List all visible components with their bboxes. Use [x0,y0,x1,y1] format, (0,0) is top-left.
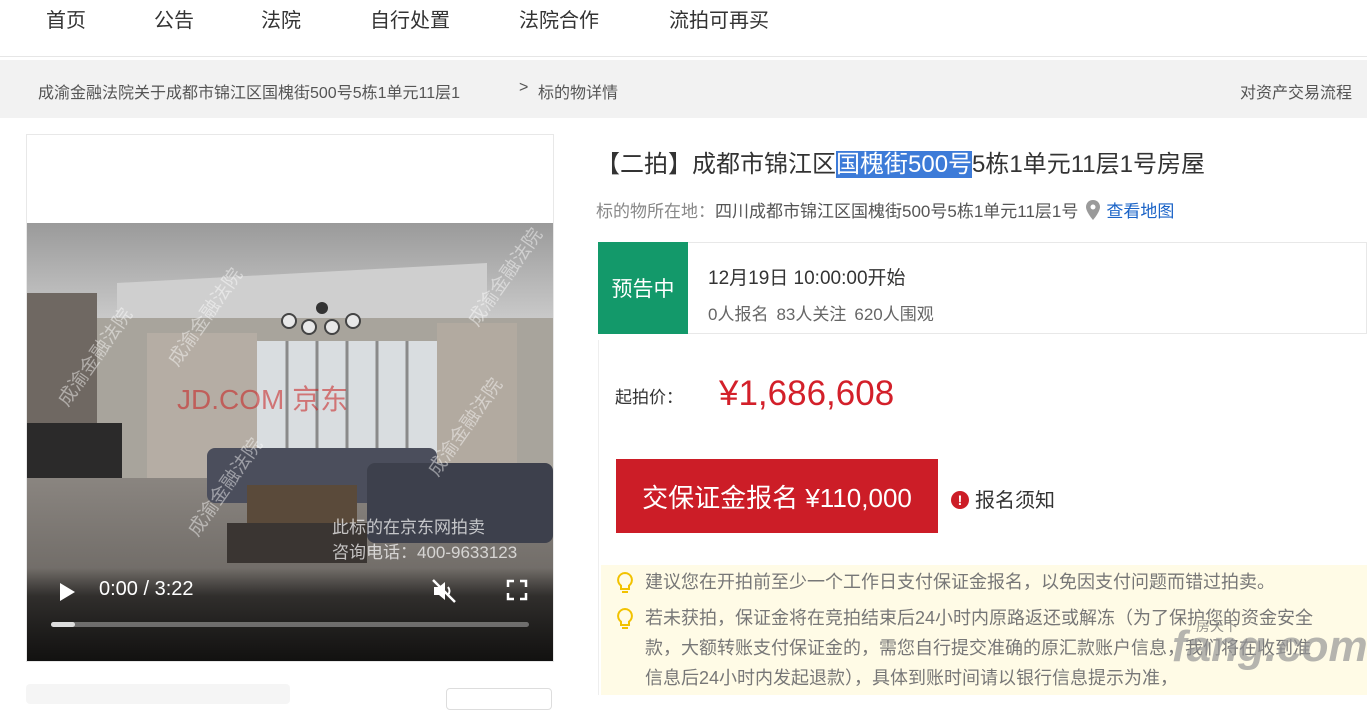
brand-watermark: JD.COM 京东 [177,384,349,415]
breadcrumb-separator: > [519,79,529,96]
lot-title-suffix: 5栋1单元11层1号房屋 [972,151,1206,178]
media-gallery: 成渝金融法院 成渝金融法院 成渝金融法院 成渝金融法院 成渝金融法院 JD.CO… [26,134,554,662]
asset-process-link[interactable]: 对资产交易流程 [1240,79,1352,103]
status-badge: 预告中 [598,242,688,334]
thumbnail-nav[interactable] [446,688,552,710]
nav-item-rebuy[interactable]: 流拍可再买 [669,4,769,33]
nav-item-courts[interactable]: 法院 [261,4,301,33]
starting-price: ¥1,686,608 [719,374,895,413]
video-controls: 0:00 / 3:22 [27,568,553,661]
top-nav: 首页 公告 法院 自行处置 法院合作 流拍可再买 [0,0,1367,57]
starting-price-label: 起拍价： [615,388,683,407]
thumbnail-strip[interactable] [26,684,290,704]
lot-title-prefix: 【二拍】成都市锦江区 [596,151,836,178]
lightbulb-icon [617,571,633,593]
nav-item-court-cooperation[interactable]: 法院合作 [519,4,599,33]
registration-notice-link[interactable]: ! 报名须知 [951,484,1055,513]
auction-start-time: 12月19日 10:00:00开始 [708,268,906,289]
video-player[interactable]: 成渝金融法院 成渝金融法院 成渝金融法院 成渝金融法院 成渝金融法院 JD.CO… [27,223,553,661]
status-info: 12月19日 10:00:00开始 0人报名 83人关注 620人围观 [688,242,1367,334]
nav-item-self-disposal[interactable]: 自行处置 [370,4,450,33]
breadcrumb-item-detail: 标的物详情 [538,85,619,102]
lot-location: 标的物所在地：四川成都市锦江区国槐街500号5栋1单元11层1号 查看地图 [596,197,1174,222]
auction-stats: 0人报名 83人关注 620人围观 [708,300,942,325]
video-progress-bar[interactable] [51,622,529,627]
video-time: 0:00 / 3:22 [99,578,194,600]
nav-item-announcements[interactable]: 公告 [154,4,194,33]
lightbulb-icon [617,607,633,629]
tip-text: 建议您在开拍前至少一个工作日支付保证金报名，以免因支付问题而错过拍卖。 [645,572,1275,592]
phone-watermark: 咨询电话：400-9633123 [332,543,518,562]
auction-info-watermark: 此标的在京东网拍卖 [332,518,485,537]
map-pin-icon [1086,200,1101,220]
site-watermark: fang.com [1172,622,1367,671]
location-value: 四川成都市锦江区国槐街500号5栋1单元11层1号 [715,202,1079,221]
video-progress-fill [51,622,75,627]
location-label: 标的物所在地： [596,202,715,221]
lot-title-highlight: 国槐街500号 [836,151,973,178]
nav-item-home[interactable]: 首页 [46,4,86,33]
breadcrumb: 成渝金融法院关于成都市锦江区国槐街500号5栋1单元11层1 > 标的物详情 对… [0,60,1367,118]
view-map-link[interactable]: 查看地图 [1106,202,1174,221]
follower-count: 83人关注 [776,305,847,324]
play-icon[interactable] [55,580,79,604]
mute-icon[interactable] [431,578,457,604]
registration-notice-label: 报名须知 [975,490,1055,512]
breadcrumb-item-announcement[interactable]: 成渝金融法院关于成都市锦江区国槐街500号5栋1单元11层1 [38,79,460,103]
fullscreen-icon[interactable] [505,578,529,602]
pay-deposit-button[interactable]: 交保证金报名 ¥110,000 [616,459,938,533]
watcher-count: 620人围观 [854,305,934,324]
alert-icon: ! [951,491,969,509]
signup-count: 0人报名 [708,305,769,324]
lot-title: 【二拍】成都市锦江区国槐街500号5栋1单元11层1号房屋 [596,144,1205,179]
tip-item: 建议您在开拍前至少一个工作日支付保证金报名，以免因支付问题而错过拍卖。 [615,567,1365,597]
